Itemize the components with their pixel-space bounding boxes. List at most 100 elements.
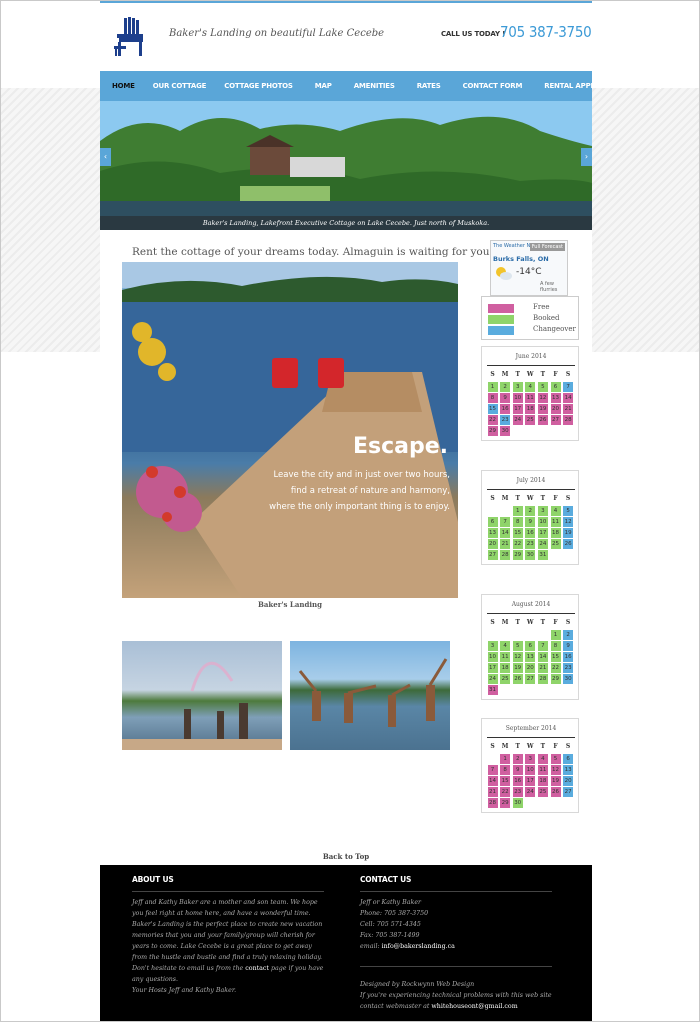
calendar-day[interactable]: 31	[487, 685, 498, 695]
calendar-day[interactable]: 3	[525, 754, 536, 764]
calendar-day[interactable]: 9	[525, 517, 536, 527]
calendar-day[interactable]: 10	[487, 652, 498, 662]
jumping-kids-photo[interactable]	[290, 641, 450, 750]
calendar-day[interactable]: 30	[525, 550, 536, 560]
rainbow-beach-photo[interactable]	[122, 641, 282, 750]
adirondack-chair-logo-icon[interactable]	[112, 16, 148, 58]
calendar-day[interactable]: 6	[550, 382, 561, 392]
calendar-day[interactable]: 21	[500, 539, 511, 549]
calendar-day[interactable]: 20	[487, 539, 498, 549]
calendar-day[interactable]: 29	[500, 798, 511, 808]
calendar-day[interactable]: 20	[525, 663, 536, 673]
calendar-day[interactable]: 25	[525, 415, 536, 425]
calendar-day[interactable]: 3	[512, 382, 523, 392]
contact-email-link[interactable]: info@bakerslanding.ca	[382, 943, 455, 950]
calendar-day[interactable]: 21	[537, 663, 548, 673]
calendar-day[interactable]: 16	[525, 528, 536, 538]
calendar-day[interactable]: 27	[525, 674, 536, 684]
calendar-day[interactable]: 10	[512, 393, 523, 403]
calendar-day[interactable]: 11	[537, 765, 548, 775]
nav-item-home[interactable]: HOME	[112, 82, 135, 90]
calendar-day[interactable]: 15	[487, 404, 498, 414]
calendar-day[interactable]: 30	[512, 798, 523, 808]
nav-item-rates[interactable]: RATES	[417, 82, 441, 90]
calendar-day[interactable]: 7	[563, 382, 574, 392]
calendar-day[interactable]: 13	[563, 765, 574, 775]
nav-item-rental-application[interactable]: RENTAL APPLICATION	[544, 82, 625, 90]
calendar-day[interactable]: 1	[512, 506, 523, 516]
calendar-day[interactable]: 3	[537, 506, 548, 516]
calendar-day[interactable]: 12	[537, 393, 548, 403]
calendar-day[interactable]: 15	[550, 652, 561, 662]
calendar-day[interactable]: 7	[487, 765, 498, 775]
calendar-day[interactable]: 9	[563, 641, 574, 651]
calendar-day[interactable]: 25	[550, 539, 561, 549]
calendar-day[interactable]: 23	[500, 415, 511, 425]
calendar-day[interactable]: 19	[563, 528, 574, 538]
calendar-day[interactable]: 8	[512, 517, 523, 527]
calendar-day[interactable]: 22	[487, 415, 498, 425]
calendar-day[interactable]: 15	[500, 776, 511, 786]
calendar-day[interactable]: 24	[537, 539, 548, 549]
calendar-day[interactable]: 5	[537, 382, 548, 392]
nav-item-contact-form[interactable]: CONTACT FORM	[463, 82, 523, 90]
calendar-day[interactable]: 6	[525, 641, 536, 651]
calendar-day[interactable]: 15	[512, 528, 523, 538]
calendar-day[interactable]: 26	[563, 539, 574, 549]
webmaster-email-link[interactable]: whitehouseont@gmail.com	[431, 1003, 517, 1010]
calendar-day[interactable]: 26	[537, 415, 548, 425]
calendar-day[interactable]: 9	[500, 393, 511, 403]
calendar-day[interactable]: 19	[537, 404, 548, 414]
calendar-day[interactable]: 18	[500, 663, 511, 673]
back-to-top-link[interactable]: Back to Top	[100, 852, 592, 861]
calendar-day[interactable]: 6	[563, 754, 574, 764]
calendar-day[interactable]: 9	[512, 765, 523, 775]
calendar-day[interactable]: 6	[487, 517, 498, 527]
calendar-day[interactable]: 21	[563, 404, 574, 414]
calendar-day[interactable]: 7	[537, 641, 548, 651]
calendar-day[interactable]: 5	[563, 506, 574, 516]
calendar-day[interactable]: 23	[525, 539, 536, 549]
calendar-day[interactable]: 13	[487, 528, 498, 538]
calendar-day[interactable]: 4	[525, 382, 536, 392]
calendar-day[interactable]: 23	[563, 663, 574, 673]
calendar-day[interactable]: 17	[525, 776, 536, 786]
calendar-day[interactable]: 19	[550, 776, 561, 786]
calendar-day[interactable]: 20	[550, 404, 561, 414]
calendar-day[interactable]: 3	[487, 641, 498, 651]
calendar-day[interactable]: 27	[550, 415, 561, 425]
calendar-day[interactable]: 31	[537, 550, 548, 560]
calendar-day[interactable]: 10	[537, 517, 548, 527]
nav-item-our-cottage[interactable]: OUR COTTAGE	[153, 82, 207, 90]
calendar-day[interactable]: 28	[487, 798, 498, 808]
calendar-day[interactable]: 13	[525, 652, 536, 662]
weather-widget[interactable]: The Weather Network Full Forecast Burks …	[490, 240, 568, 296]
calendar-day[interactable]: 30	[563, 674, 574, 684]
calendar-day[interactable]: 11	[550, 517, 561, 527]
calendar-day[interactable]: 29	[487, 426, 498, 436]
full-forecast-link[interactable]: Full Forecast	[529, 243, 565, 251]
contact-page-link[interactable]: contact	[245, 965, 269, 972]
calendar-day[interactable]: 29	[550, 674, 561, 684]
calendar-day[interactable]: 14	[487, 776, 498, 786]
calendar-day[interactable]: 1	[487, 382, 498, 392]
nav-item-cottage-photos[interactable]: COTTAGE PHOTOS	[224, 82, 293, 90]
calendar-day[interactable]: 27	[487, 550, 498, 560]
calendar-day[interactable]: 22	[550, 663, 561, 673]
calendar-day[interactable]: 2	[525, 506, 536, 516]
calendar-day[interactable]: 7	[500, 517, 511, 527]
calendar-day[interactable]: 29	[512, 550, 523, 560]
calendar-day[interactable]: 24	[525, 787, 536, 797]
calendar-day[interactable]: 5	[550, 754, 561, 764]
calendar-day[interactable]: 19	[512, 663, 523, 673]
calendar-day[interactable]: 22	[500, 787, 511, 797]
calendar-day[interactable]: 2	[512, 754, 523, 764]
calendar-day[interactable]: 21	[487, 787, 498, 797]
calendar-day[interactable]: 30	[500, 426, 511, 436]
calendar-day[interactable]: 1	[500, 754, 511, 764]
calendar-day[interactable]: 14	[500, 528, 511, 538]
calendar-day[interactable]: 14	[537, 652, 548, 662]
calendar-day[interactable]: 22	[512, 539, 523, 549]
calendar-day[interactable]: 16	[500, 404, 511, 414]
calendar-day[interactable]: 28	[537, 674, 548, 684]
